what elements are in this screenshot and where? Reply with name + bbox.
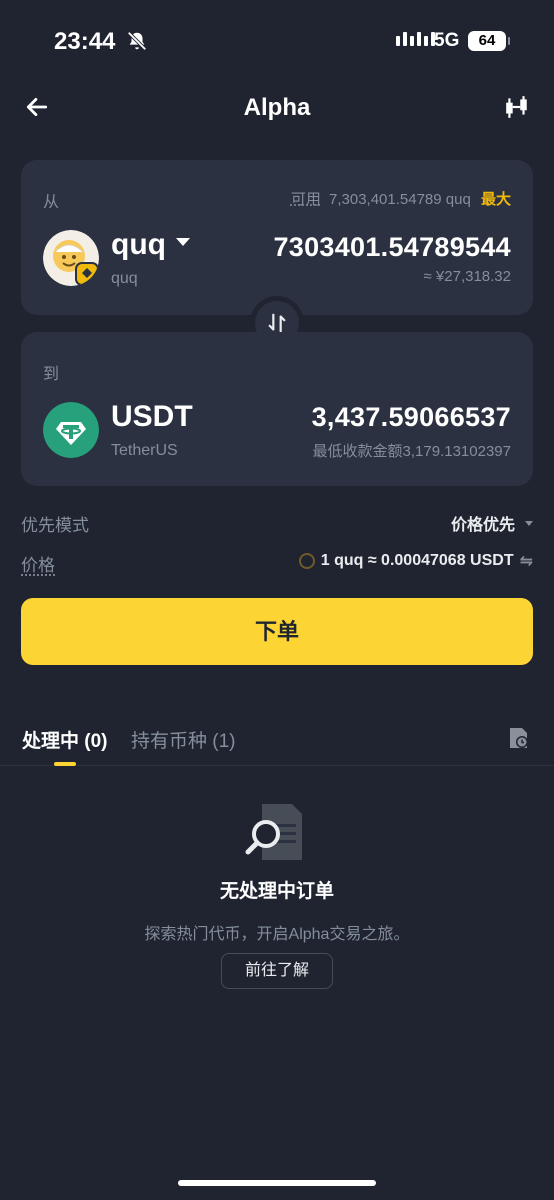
price-label: 价格 bbox=[21, 556, 55, 575]
to-label: 到 bbox=[43, 366, 60, 383]
quq-token-icon bbox=[43, 230, 99, 286]
tab-processing[interactable]: 处理中 (0) bbox=[22, 726, 108, 753]
to-card: 到 USDT TetherUS 3,437.59066537 最低收款金额3,1… bbox=[21, 332, 533, 486]
empty-orders-icon bbox=[245, 804, 302, 860]
available-value: 7,303,401.54789 quq bbox=[329, 191, 471, 208]
to-token-sub: TetherUS bbox=[111, 442, 178, 459]
empty-title: 无处理中订单 bbox=[219, 881, 334, 902]
home-indicator[interactable] bbox=[178, 1180, 376, 1186]
from-amount-input[interactable]: 7303401.54789544 bbox=[273, 232, 511, 263]
price-row: 价格 1 quq ≈ 0.00047068 USDT ⇋ bbox=[21, 551, 533, 577]
from-token-sub: quq bbox=[111, 270, 138, 287]
swap-arrows-icon bbox=[268, 313, 286, 333]
network-type: 5G bbox=[434, 30, 460, 51]
active-tab-indicator bbox=[54, 762, 76, 766]
clock: 23:44 bbox=[54, 28, 116, 55]
available-balance: 可用 7,303,401.54789 quq 最大 bbox=[291, 188, 511, 209]
min-receive: 最低收款金额3,179.13102397 bbox=[312, 443, 511, 460]
chevron-down-icon bbox=[175, 238, 190, 247]
order-history-icon[interactable] bbox=[508, 726, 530, 750]
to-token-name: USDT bbox=[111, 400, 193, 433]
price-value-group: 1 quq ≈ 0.00047068 USDT ⇋ bbox=[298, 551, 533, 571]
priority-row: 优先模式 价格优先 bbox=[21, 511, 533, 537]
candlestick-chart-icon[interactable] bbox=[504, 94, 530, 120]
from-fiat-value: ≈ ¥27,318.32 bbox=[423, 268, 511, 285]
available-label: 可用 bbox=[290, 191, 321, 208]
battery-icon: 64 bbox=[468, 31, 510, 51]
price-invert-icon[interactable]: ⇋ bbox=[520, 551, 533, 571]
price-value: 1 quq ≈ 0.00047068 USDT bbox=[320, 552, 514, 569]
priority-label: 优先模式 bbox=[21, 516, 89, 535]
status-bar: 23:44 5G 64 bbox=[0, 0, 554, 84]
priority-selector[interactable]: 价格优先 bbox=[451, 511, 533, 535]
signal-icon bbox=[396, 32, 435, 46]
orders-tabs: 处理中 (0) 持有币种 (1) bbox=[0, 724, 554, 766]
from-card: 从 可用 7,303,401.54789 quq 最大 quq quq 7303… bbox=[21, 160, 533, 315]
page-title: Alpha bbox=[243, 94, 311, 121]
from-token-selector[interactable]: quq bbox=[111, 228, 190, 262]
max-button[interactable]: 最大 bbox=[481, 191, 511, 208]
bell-off-icon bbox=[127, 31, 147, 51]
chevron-down-icon bbox=[525, 520, 533, 526]
usdt-token-icon bbox=[43, 402, 99, 458]
place-order-button[interactable]: 下单 bbox=[21, 598, 533, 665]
from-token-name: quq bbox=[111, 228, 166, 261]
to-amount: 3,437.59066537 bbox=[311, 402, 511, 432]
learn-more-button[interactable]: 前往了解 bbox=[221, 953, 333, 989]
priority-value: 价格优先 bbox=[450, 517, 515, 534]
tab-holdings[interactable]: 持有币种 (1) bbox=[131, 726, 236, 753]
from-label: 从 bbox=[43, 194, 60, 211]
top-nav: Alpha bbox=[0, 84, 554, 134]
quq-coin-icon bbox=[298, 553, 315, 569]
empty-subtitle: 探索热门代币，开启Alpha交易之旅。 bbox=[144, 926, 410, 943]
